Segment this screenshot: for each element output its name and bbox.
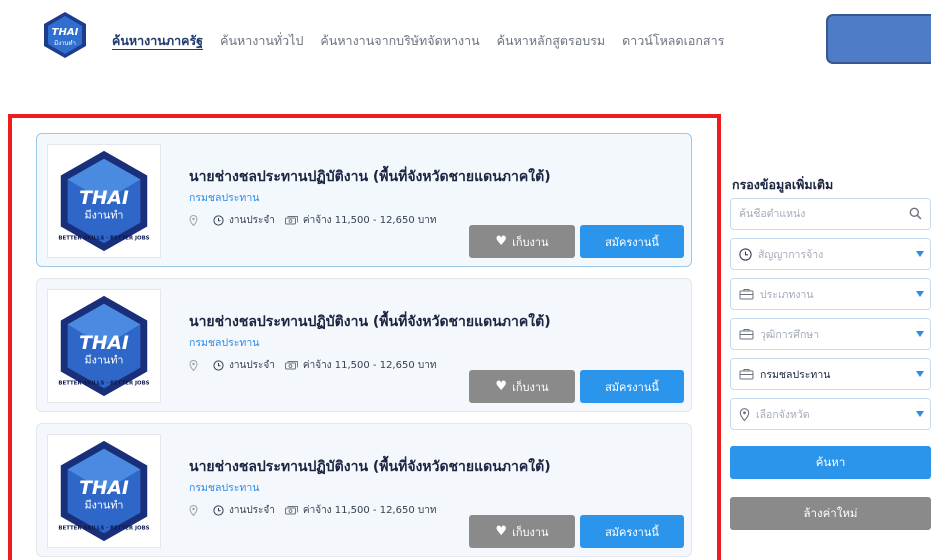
briefcase-icon bbox=[739, 368, 754, 380]
money-icon bbox=[284, 505, 298, 516]
job-salary: ค่าจ้าง 11,500 - 12,650 บาท bbox=[302, 505, 437, 516]
search-button[interactable]: ค้นหา bbox=[730, 446, 931, 479]
job-meta: งานประจำ ค่าจ้าง 11,500 - 12,650 บาท bbox=[189, 213, 436, 228]
job-logo-image: THAI มีงานทำ BETTER SKILLS · BETTER JOBS bbox=[47, 289, 161, 403]
nav-agency-jobs[interactable]: ค้นหางานจากบริษัทจัดหางาน bbox=[320, 31, 479, 51]
apply-job-button[interactable]: สมัครงานนี้ bbox=[580, 370, 684, 403]
logo-thai-text: THAI bbox=[52, 27, 79, 38]
save-job-label: เก็บงาน bbox=[512, 380, 549, 394]
chevron-down-icon bbox=[916, 291, 924, 297]
job-title[interactable]: นายช่างชลประทานปฏิบัติงาน (พื้นที่จังหวั… bbox=[189, 166, 551, 188]
apply-job-button[interactable]: สมัครงานนี้ bbox=[580, 225, 684, 258]
contract-type-select[interactable]: สัญญาการจ้าง bbox=[730, 238, 931, 270]
chevron-down-icon bbox=[916, 331, 924, 337]
job-card-2[interactable]: THAI มีงานทำ BETTER SKILLS · BETTER JOBS… bbox=[36, 278, 692, 412]
clock-icon bbox=[213, 360, 224, 371]
job-logo-ring-text: BETTER SKILLS · BETTER JOBS bbox=[58, 525, 149, 531]
province-select[interactable]: เลือกจังหวัด bbox=[730, 398, 931, 430]
thai-mee-ngan-tam-logo[interactable]: THAI มีงานทำ bbox=[40, 10, 90, 60]
education-value: วุฒิการศึกษา bbox=[760, 328, 820, 341]
nav-training-courses[interactable]: ค้นหาหลักสูตรอบรม bbox=[497, 31, 606, 51]
chevron-down-icon bbox=[916, 371, 924, 377]
chevron-down-icon bbox=[916, 251, 924, 257]
header-login-button[interactable] bbox=[826, 14, 931, 64]
filter-sidebar: กรองข้อมูลเพิ่มเติม สัญญาการจ้าง ประเภทง… bbox=[730, 160, 931, 560]
location-pin-icon bbox=[739, 407, 750, 421]
job-type: งานประจำ bbox=[229, 505, 275, 516]
money-icon bbox=[284, 360, 298, 371]
job-salary: ค่าจ้าง 11,500 - 12,650 บาท bbox=[302, 215, 437, 226]
filter-title: กรองข้อมูลเพิ่มเติม bbox=[732, 177, 834, 192]
location-pin-icon bbox=[189, 215, 198, 226]
position-search-input[interactable] bbox=[739, 208, 889, 220]
briefcase-icon bbox=[739, 328, 754, 340]
job-logo-thai-text: THAI bbox=[79, 333, 129, 354]
location-pin-icon bbox=[189, 360, 198, 371]
job-category-value: ประเภทงาน bbox=[760, 288, 814, 301]
job-logo-image: THAI มีงานทำ BETTER SKILLS · BETTER JOBS bbox=[47, 434, 161, 548]
contract-type-value: สัญญาการจ้าง bbox=[758, 248, 824, 261]
reset-button[interactable]: ล้างค่าใหม่ bbox=[730, 497, 931, 530]
clock-icon bbox=[213, 215, 224, 226]
job-category-select[interactable]: ประเภทงาน bbox=[730, 278, 931, 310]
save-job-button[interactable]: ♥ เก็บงาน bbox=[469, 515, 575, 548]
heart-icon: ♥ bbox=[495, 379, 508, 394]
nav-download-documents[interactable]: ดาวน์โหลดเอกสาร bbox=[622, 31, 724, 51]
job-department[interactable]: กรมชลประทาน bbox=[189, 189, 259, 206]
briefcase-icon bbox=[739, 288, 754, 300]
top-header: THAI มีงานทำ ค้นหางานภาครัฐ ค้นหางานทั่ว… bbox=[0, 0, 931, 80]
education-select[interactable]: วุฒิการศึกษา bbox=[730, 318, 931, 350]
job-card-1[interactable]: THAI มีงานทำ BETTER SKILLS · BETTER JOBS… bbox=[36, 133, 692, 267]
chevron-down-icon bbox=[916, 411, 924, 417]
job-title[interactable]: นายช่างชลประทานปฏิบัติงาน (พื้นที่จังหวั… bbox=[189, 311, 551, 333]
department-value: กรมชลประทาน bbox=[760, 368, 831, 381]
position-search-field[interactable] bbox=[730, 198, 931, 230]
money-icon bbox=[284, 215, 298, 226]
job-logo-subtitle-text: มีงานทำ bbox=[84, 354, 123, 367]
job-logo-ring-text: BETTER SKILLS · BETTER JOBS bbox=[58, 235, 149, 241]
clock-icon bbox=[739, 247, 752, 261]
save-job-label: เก็บงาน bbox=[512, 525, 549, 539]
nav-government-jobs[interactable]: ค้นหางานภาครัฐ bbox=[112, 31, 203, 51]
search-icon[interactable] bbox=[909, 207, 922, 223]
job-logo-image: THAI มีงานทำ BETTER SKILLS · BETTER JOBS bbox=[47, 144, 161, 258]
job-title[interactable]: นายช่างชลประทานปฏิบัติงาน (พื้นที่จังหวั… bbox=[189, 456, 551, 478]
job-salary: ค่าจ้าง 11,500 - 12,650 บาท bbox=[302, 360, 437, 371]
heart-icon: ♥ bbox=[495, 234, 508, 249]
job-meta: งานประจำ ค่าจ้าง 11,500 - 12,650 บาท bbox=[189, 503, 436, 518]
save-job-button[interactable]: ♥ เก็บงาน bbox=[469, 225, 575, 258]
job-logo-thai-text: THAI bbox=[79, 478, 129, 499]
clock-icon bbox=[213, 505, 224, 516]
save-job-button[interactable]: ♥ เก็บงาน bbox=[469, 370, 575, 403]
logo-subtitle-text: มีงานทำ bbox=[54, 39, 76, 47]
heart-icon: ♥ bbox=[495, 524, 508, 539]
job-logo-ring-text: BETTER SKILLS · BETTER JOBS bbox=[58, 380, 149, 386]
job-type: งานประจำ bbox=[229, 215, 275, 226]
save-job-label: เก็บงาน bbox=[512, 235, 549, 249]
province-value: เลือกจังหวัด bbox=[756, 408, 810, 421]
department-select[interactable]: กรมชลประทาน bbox=[730, 358, 931, 390]
job-logo-subtitle-text: มีงานทำ bbox=[84, 209, 123, 222]
main-nav: ค้นหางานภาครัฐ ค้นหางานทั่วไป ค้นหางานจา… bbox=[112, 31, 741, 51]
location-pin-icon bbox=[189, 505, 198, 516]
job-type: งานประจำ bbox=[229, 360, 275, 371]
job-department[interactable]: กรมชลประทาน bbox=[189, 334, 259, 351]
job-meta: งานประจำ ค่าจ้าง 11,500 - 12,650 บาท bbox=[189, 358, 436, 373]
apply-job-button[interactable]: สมัครงานนี้ bbox=[580, 515, 684, 548]
job-department[interactable]: กรมชลประทาน bbox=[189, 479, 259, 496]
job-logo-thai-text: THAI bbox=[79, 188, 129, 209]
nav-general-jobs[interactable]: ค้นหางานทั่วไป bbox=[220, 31, 303, 51]
job-card-3[interactable]: THAI มีงานทำ BETTER SKILLS · BETTER JOBS… bbox=[36, 423, 692, 557]
job-logo-subtitle-text: มีงานทำ bbox=[84, 499, 123, 512]
